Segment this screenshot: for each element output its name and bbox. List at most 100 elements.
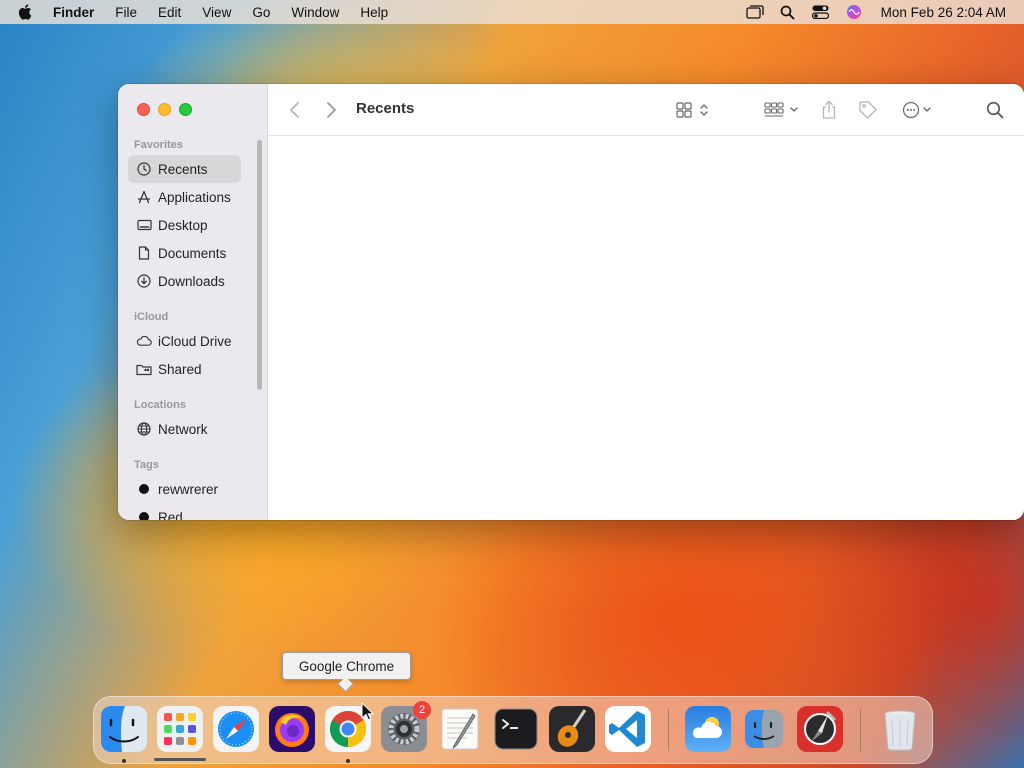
sidebar-item-label: Desktop [158,217,208,233]
notification-badge: 2 [413,701,431,719]
search-icon[interactable] [986,98,1004,122]
sidebar-item-recents[interactable]: Recents [128,155,241,183]
sidebar-scrollbar[interactable] [257,140,262,390]
window-controls [137,103,192,116]
migration-assistant-icon [745,710,783,748]
sidebar-item-label: Applications [158,189,231,205]
download-icon [136,273,152,289]
dock-app-vscode[interactable] [605,706,651,752]
dock-app-finder[interactable] [101,706,147,752]
control-center-icon[interactable] [811,4,831,20]
sidebar-header-icloud: iCloud [134,311,169,323]
menu-view[interactable]: View [202,5,231,20]
sidebar-header-tags: Tags [134,459,159,471]
safari-icon [213,706,259,752]
sidebar-item-label: rewwrerer [158,481,219,497]
firefox-icon [269,706,315,752]
trash-icon [884,710,916,751]
tag-icon[interactable] [858,98,878,122]
sidebar-header-favorites: Favorites [134,139,183,151]
back-icon[interactable] [288,98,302,122]
sidebar-item-label: Downloads [158,273,225,289]
sidebar-item-label: Red [158,509,183,521]
menubar-clock[interactable]: Mon Feb 26 2:04 AM [881,5,1006,20]
dock-trash[interactable] [877,706,923,752]
document-icon [136,245,152,261]
window-title: Recents [356,100,415,117]
vscode-icon [605,706,651,752]
forward-icon[interactable] [324,98,338,122]
sidebar-item-documents[interactable]: Documents [128,239,241,267]
menu-bar: Finder File Edit View Go Window Help Mon… [0,0,1024,24]
dock-separator [668,709,669,751]
share-icon[interactable] [820,98,838,122]
dock: 2 [93,696,933,764]
menu-help[interactable]: Help [360,5,388,20]
dock-app-migration-assistant[interactable] [741,706,787,752]
dock-app-firefox[interactable] [269,706,315,752]
sidebar-item-label: Recents [158,161,208,177]
menu-edit[interactable]: Edit [158,5,181,20]
sidebar-item-applications[interactable]: Applications [128,183,241,211]
textedit-icon [441,708,479,750]
screen-mirror-icon[interactable] [745,4,765,20]
dock-app-launchpad[interactable] [157,706,203,752]
sidebar-tag-rewwrerer[interactable]: rewwrerer [128,475,241,503]
cloud-icon [136,333,152,349]
grid-view-icon[interactable] [676,98,714,122]
sidebar-item-label: Shared [158,361,202,377]
compass-icon [797,706,843,752]
minimize-window-button[interactable] [158,103,171,116]
spotlight-search-icon[interactable] [778,4,798,20]
dock-app-weather[interactable] [685,706,731,752]
dock-app-textedit[interactable] [437,706,483,752]
dock-tooltip: Google Chrome [282,652,411,680]
close-window-button[interactable] [137,103,150,116]
sidebar-item-desktop[interactable]: Desktop [128,211,241,239]
applications-icon [136,189,152,205]
sidebar-item-label: Documents [158,245,227,261]
shared-folder-icon [136,361,152,377]
maximize-window-button[interactable] [179,103,192,116]
weather-icon [685,706,731,752]
finder-sidebar: Favorites Recents Applications Desktop D… [118,84,268,520]
menu-go[interactable]: Go [252,5,270,20]
running-indicator [122,759,126,763]
desktop-icon [136,217,152,233]
sidebar-item-shared[interactable]: Shared [128,355,241,383]
dock-separator [860,709,861,751]
guitar-icon [549,706,595,752]
tag-color-dot-icon [136,481,152,497]
dock-app-directory-utility[interactable] [797,706,843,752]
sidebar-item-icloud-drive[interactable]: iCloud Drive [128,327,241,355]
launchpad-icon [157,706,203,752]
dock-app-terminal[interactable] [493,706,539,752]
tag-color-dot-icon [136,509,152,520]
finder-window: Favorites Recents Applications Desktop D… [118,84,1024,520]
apple-logo-icon[interactable] [17,3,35,21]
dock-launchpad-indicator [154,758,206,761]
menu-file[interactable]: File [115,5,137,20]
globe-icon [136,421,152,437]
group-icon[interactable] [764,98,802,122]
dock-app-safari[interactable] [213,706,259,752]
terminal-icon [494,708,538,750]
finder-icon [101,706,147,752]
dock-app-garageband[interactable] [549,706,595,752]
mouse-cursor-icon [361,702,375,721]
sidebar-item-label: Network [158,421,208,437]
file-list-area[interactable] [268,137,1024,520]
menu-window[interactable]: Window [291,5,339,20]
finder-toolbar: Recents [268,84,1024,136]
siri-icon[interactable] [844,4,864,20]
sidebar-header-locations: Locations [134,399,186,411]
sidebar-tag-red[interactable]: Red [128,503,241,520]
menu-app-name[interactable]: Finder [53,5,94,20]
dock-tooltip-label: Google Chrome [298,658,395,674]
sidebar-item-downloads[interactable]: Downloads [128,267,241,295]
dock-app-system-settings[interactable]: 2 [381,701,431,752]
clock-icon [136,161,152,177]
sidebar-item-network[interactable]: Network [128,415,241,443]
more-actions-icon[interactable] [902,98,938,122]
sidebar-item-label: iCloud Drive [158,333,232,349]
